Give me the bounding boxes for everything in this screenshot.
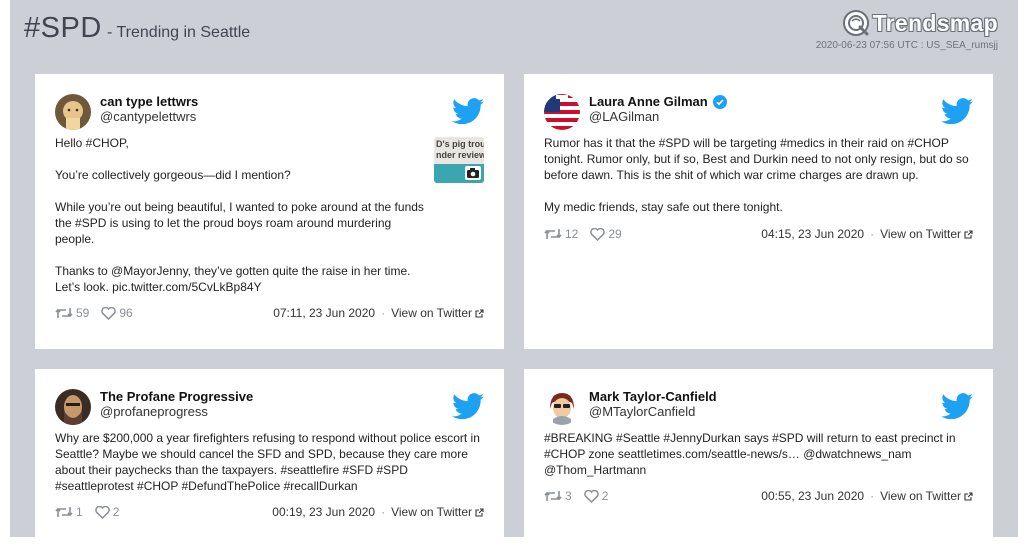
tweet-card: can type lettwrs @cantypelettwrs Hello #…	[35, 74, 504, 349]
twitter-bird-icon[interactable]	[452, 393, 484, 420]
separator-dot: ·	[870, 489, 875, 503]
tweet-footer: 3 2 00:55, 23 Jun 2020 · View on Twitter	[544, 489, 973, 505]
twitter-bird-icon[interactable]	[941, 98, 973, 125]
retweet-icon	[544, 491, 562, 501]
brand-name: Trendsmap	[872, 9, 998, 36]
user-handle[interactable]: @LAGilman	[589, 109, 659, 124]
retweet-count[interactable]: 3	[544, 489, 572, 503]
separator-dot: ·	[381, 306, 386, 320]
retweet-icon	[544, 229, 562, 239]
tweet-paragraph: Rumor has it that the #SPD will be targe…	[544, 136, 969, 182]
view-on-twitter-link[interactable]: View on Twitter	[880, 227, 973, 241]
heart-icon	[101, 306, 117, 320]
tweet-text: Rumor has it that the #SPD will be targe…	[544, 135, 973, 215]
page-frame: #SPD - Trending in Seattle Trendsmap 202…	[10, 0, 1018, 549]
retweet-icon	[55, 507, 73, 517]
heart-icon	[590, 227, 606, 241]
user-name[interactable]: can type lettwrs	[100, 94, 198, 109]
thumbnail-caption: D's pig trou	[436, 139, 484, 149]
tweet-footer: 12 29 04:15, 23 Jun 2020 · View on Twitt…	[544, 227, 973, 243]
heart-icon	[94, 505, 110, 519]
tweet-paragraph: Hello #CHOP,	[55, 136, 129, 150]
user-name[interactable]: Mark Taylor-Canfield	[589, 389, 717, 404]
tweet-paragraph: Why are $200,000 a year firefighters ref…	[55, 431, 480, 493]
tweet-timestamp[interactable]: 07:11, 23 Jun 2020	[273, 306, 375, 320]
tweet-card: Laura Anne Gilman @LAGilman Rumor has it…	[524, 74, 993, 349]
tweet-paragraph: You’re collectively gorgeous—did I menti…	[55, 168, 291, 182]
external-link-icon	[475, 308, 484, 318]
avatar[interactable]	[55, 94, 91, 130]
external-link-icon	[964, 491, 973, 501]
user-name[interactable]: The Profane Progressive	[100, 389, 253, 404]
like-count[interactable]: 2	[583, 489, 608, 503]
tweet-paragraph: My medic friends, stay safe out there to…	[544, 200, 783, 214]
tweet-timestamp[interactable]: 04:15, 23 Jun 2020	[761, 227, 864, 241]
tweet-paragraph: Thanks to @MayorJenny, they’ve gotten qu…	[55, 264, 411, 294]
like-count[interactable]: 29	[590, 227, 622, 241]
page-subtitle: - Trending in Seattle	[107, 24, 251, 41]
view-on-twitter-link[interactable]: View on Twitter	[880, 489, 973, 503]
tweet-timestamp[interactable]: 00:19, 23 Jun 2020	[272, 505, 375, 519]
verified-badge-icon	[712, 94, 727, 109]
retweet-count[interactable]: 12	[544, 227, 578, 241]
user-handle[interactable]: @profaneprogress	[100, 404, 208, 419]
trendsmap-logo[interactable]: Trendsmap	[842, 8, 998, 38]
tweet-text: Hello #CHOP, You’re collectively gorgeou…	[55, 135, 424, 295]
retweet-count[interactable]: 1	[55, 505, 83, 519]
twitter-bird-icon[interactable]	[452, 98, 484, 125]
user-handle[interactable]: @MTaylorCanfield	[589, 404, 695, 419]
like-count[interactable]: 2	[94, 505, 119, 519]
tweet-footer: 59 96 07:11, 23 Jun 2020 · View on Twitt…	[55, 306, 484, 322]
retweet-icon	[55, 308, 73, 318]
tweet-paragraph: #BREAKING #Seattle #JennyDurkan says #SP…	[544, 431, 956, 477]
external-link-icon	[475, 507, 484, 517]
media-thumbnail[interactable]: D's pig trou nder review	[434, 137, 484, 183]
heart-icon	[583, 489, 599, 503]
tweet-paragraph: While you’re out being beautiful, I want…	[55, 200, 424, 246]
tweet-text: #BREAKING #Seattle #JennyDurkan says #SP…	[544, 430, 973, 478]
separator-dot: ·	[870, 227, 875, 241]
tweet-text: Why are $200,000 a year firefighters ref…	[55, 430, 484, 494]
separator-dot: ·	[381, 505, 386, 519]
user-name[interactable]: Laura Anne Gilman	[589, 94, 727, 109]
tweet-footer: 1 2 00:19, 23 Jun 2020 · View on Twitter	[55, 505, 484, 521]
user-handle[interactable]: @cantypelettwrs	[100, 109, 196, 124]
twitter-bird-icon[interactable]	[941, 393, 973, 420]
avatar[interactable]	[544, 94, 580, 130]
camera-icon	[465, 166, 481, 180]
thumbnail-caption: nder review	[436, 150, 484, 160]
avatar[interactable]	[55, 389, 91, 425]
snapshot-meta: 2020-06-23 07:56 UTC : US_SEA_rumsjj	[815, 40, 998, 51]
like-count[interactable]: 96	[101, 306, 133, 320]
view-on-twitter-link[interactable]: View on Twitter	[391, 306, 484, 320]
trendsmap-logo-icon	[842, 10, 869, 36]
retweet-count[interactable]: 59	[55, 306, 89, 320]
tweet-card: The Profane Progressive @profaneprogress…	[35, 369, 504, 549]
page-title: #SPD	[24, 12, 102, 44]
tweet-timestamp[interactable]: 00:55, 23 Jun 2020	[761, 489, 864, 503]
tweet-card: Mark Taylor-Canfield @MTaylorCanfield #B…	[524, 369, 993, 549]
external-link-icon	[964, 229, 973, 239]
view-on-twitter-link[interactable]: View on Twitter	[391, 505, 484, 519]
avatar[interactable]	[544, 389, 580, 425]
